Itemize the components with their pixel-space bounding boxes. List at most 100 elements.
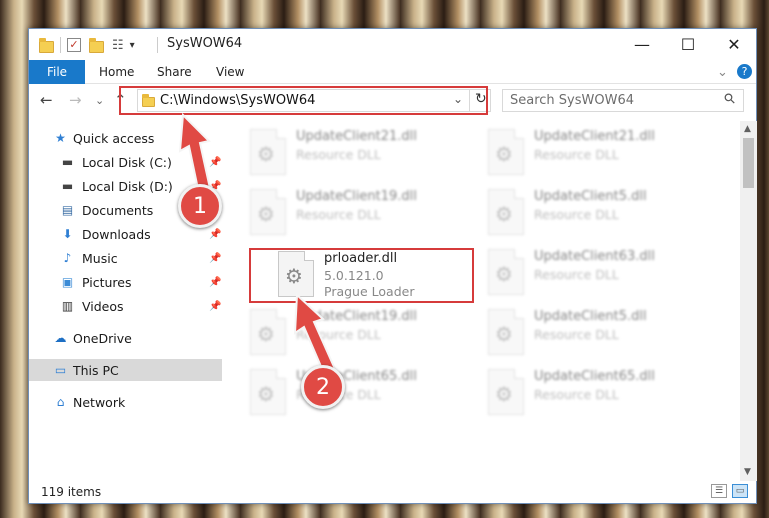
file-name: UpdateClient21.dll (534, 129, 655, 144)
file-item[interactable]: ⚙ UpdateClient65.dll Resource DLL (250, 367, 480, 419)
file-highlight-box (249, 248, 474, 303)
file-explorer-window: ✓ ☷ ▾ SysWOW64 — ☐ ✕ File Home Share Vie… (28, 28, 757, 504)
dll-file-icon: ⚙ (488, 129, 524, 175)
close-icon: ✕ (727, 35, 741, 54)
toolbar-divider (60, 37, 61, 53)
sidebar-item-label: Local Disk (D:) (82, 178, 173, 194)
file-name: UpdateClient65.dll (534, 369, 655, 384)
gear-icon: ⚙ (495, 262, 513, 286)
file-item[interactable]: ⚙ UpdateClient21.dll Resource DLL (250, 127, 480, 179)
dll-file-icon: ⚙ (250, 369, 286, 415)
status-bar: 119 items ☰ ▭ (29, 481, 756, 503)
dll-file-icon: ⚙ (488, 369, 524, 415)
file-name: UpdateClient63.dll (534, 249, 655, 264)
file-name: UpdateClient21.dll (296, 129, 417, 144)
customize-toolbar-icon[interactable]: ☷ (112, 38, 124, 53)
pin-icon: 📌 (209, 300, 222, 312)
help-icon[interactable]: ? (737, 64, 752, 79)
sidebar-item-onedrive[interactable]: ☁ OneDrive (29, 327, 222, 349)
documents-icon: ▤ (61, 203, 74, 217)
scroll-down-icon[interactable]: ▼ (744, 467, 751, 477)
gear-icon: ⚙ (257, 322, 275, 346)
gear-icon: ⚙ (257, 142, 275, 166)
sidebar-item-music[interactable]: ♪ Music 📌 (29, 247, 222, 269)
forward-button[interactable]: → (69, 91, 82, 109)
file-item[interactable]: ⚙ UpdateClient65.dll Resource DLL (488, 367, 718, 419)
sidebar-item-pictures[interactable]: ▣ Pictures 📌 (29, 271, 222, 293)
file-item[interactable]: ⚙ UpdateClient19.dll Resource DLL (250, 307, 480, 359)
title-bar: ✓ ☷ ▾ SysWOW64 — ☐ ✕ (29, 29, 756, 60)
pictures-icon: ▣ (61, 275, 74, 289)
quick-access-toolbar: ✓ ☷ ▾ (39, 35, 135, 55)
back-button[interactable]: ← (40, 91, 53, 109)
gear-icon: ⚙ (495, 142, 513, 166)
dll-file-icon: ⚙ (250, 189, 286, 235)
sidebar-item-label: Pictures (82, 274, 132, 290)
item-count: 119 items (41, 485, 102, 499)
gear-icon: ⚙ (495, 322, 513, 346)
download-icon: ⬇ (62, 227, 73, 241)
file-item[interactable]: ⚙ UpdateClient19.dll Resource DLL (250, 187, 480, 239)
sidebar-item-label: Documents (82, 202, 154, 218)
tab-view[interactable]: View (216, 60, 244, 84)
computer-icon: ▭ (54, 363, 67, 377)
file-type: Resource DLL (534, 147, 619, 162)
file-item[interactable]: ⚙ UpdateClient21.dll Resource DLL (488, 127, 718, 179)
videos-icon: ▥ (61, 299, 74, 313)
file-type: Resource DLL (534, 267, 619, 282)
file-name: UpdateClient19.dll (296, 189, 417, 204)
dll-file-icon: ⚙ (488, 309, 524, 355)
file-item[interactable]: ⚙ UpdateClient5.dll Resource DLL (488, 307, 718, 359)
gear-icon: ⚙ (495, 382, 513, 406)
details-view-icon[interactable]: ☰ (711, 484, 727, 498)
pin-icon: 📌 (209, 252, 222, 264)
dll-file-icon: ⚙ (250, 129, 286, 175)
network-icon: ⌂ (56, 395, 65, 409)
new-folder-icon[interactable] (89, 38, 104, 53)
pin-icon: 📌 (209, 276, 222, 288)
step-2-badge: 2 (301, 365, 345, 409)
file-type: Resource DLL (534, 387, 619, 402)
search-box[interactable]: Search SysWOW64 ⚲ (502, 89, 744, 112)
dll-file-icon: ⚙ (488, 189, 524, 235)
gear-icon: ⚙ (257, 382, 275, 406)
file-type: Resource DLL (296, 207, 381, 222)
sidebar-item-network[interactable]: ⌂ Network (29, 391, 222, 413)
large-icons-view-icon[interactable]: ▭ (732, 484, 748, 498)
search-input[interactable]: Search SysWOW64 (510, 93, 634, 108)
scroll-up-icon[interactable]: ▲ (744, 124, 751, 134)
expand-ribbon-icon[interactable]: ⌄ (717, 60, 728, 84)
sidebar-item-videos[interactable]: ▥ Videos 📌 (29, 295, 222, 317)
close-button[interactable]: ✕ (711, 29, 757, 60)
dll-file-icon: ⚙ (488, 249, 524, 295)
file-item[interactable]: ⚙ UpdateClient5.dll Resource DLL (488, 187, 718, 239)
scrollbar-thumb[interactable] (743, 138, 754, 188)
tab-share[interactable]: Share (157, 60, 192, 84)
properties-icon[interactable]: ✓ (67, 38, 81, 52)
drive-icon: ▬ (61, 179, 74, 193)
sidebar-item-label: Music (82, 250, 118, 266)
sidebar-item-label: OneDrive (73, 330, 132, 346)
file-type: Resource DLL (534, 207, 619, 222)
maximize-button[interactable]: ☐ (665, 29, 711, 60)
cloud-icon: ☁ (54, 331, 67, 345)
file-type: Resource DLL (296, 147, 381, 162)
sidebar-item-label: Network (73, 394, 126, 410)
star-icon: ★ (55, 131, 66, 145)
file-item[interactable]: ⚙ UpdateClient63.dll Resource DLL (488, 247, 718, 299)
gear-icon: ⚙ (495, 202, 513, 226)
minimize-button[interactable]: — (619, 29, 665, 60)
tab-file[interactable]: File (29, 60, 85, 84)
maximize-icon: ☐ (680, 35, 696, 54)
sidebar-item-this-pc[interactable]: ▭ This PC (29, 359, 222, 381)
dll-file-icon: ⚙ (250, 309, 286, 355)
chevron-down-icon[interactable]: ▾ (130, 40, 135, 51)
sidebar-item-label: Downloads (82, 226, 151, 242)
recent-locations-button[interactable]: ⌄ (95, 94, 104, 107)
sidebar-item-label: Local Disk (C:) (82, 154, 172, 170)
sidebar-item-label: Quick access (73, 130, 155, 146)
minimize-icon: — (634, 35, 650, 54)
search-icon[interactable]: ⚲ (721, 90, 740, 109)
vertical-scrollbar[interactable]: ▲ ▼ (740, 121, 757, 481)
tab-home[interactable]: Home (99, 60, 134, 84)
